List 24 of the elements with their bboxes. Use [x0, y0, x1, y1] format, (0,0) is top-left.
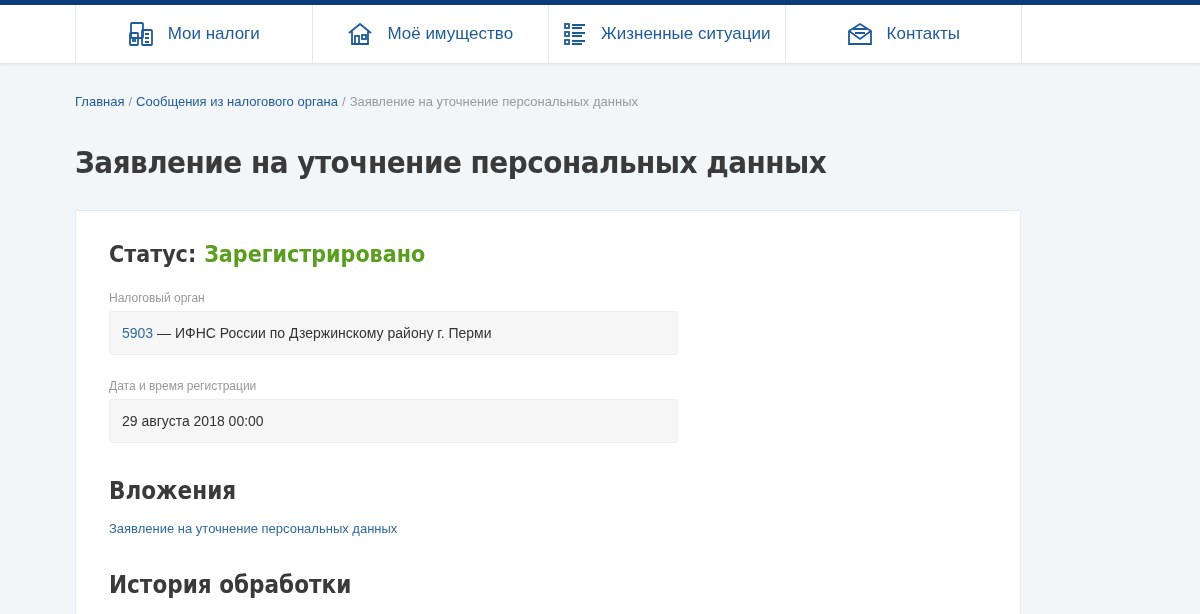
office-code-link[interactable]: 5903: [122, 325, 154, 341]
field-label: Налоговый орган: [109, 291, 206, 305]
nav-item[interactable]: Мои налоги: [76, 5, 313, 63]
field-label: Дата и время регистрации: [109, 379, 258, 393]
page-title: Заявление на уточнение персональных данных: [75, 143, 828, 182]
envelope-icon: [846, 21, 873, 47]
field-value: — ИФНС России по Дзержинскому району г. Перми: [156, 325, 492, 341]
house-icon: [347, 21, 374, 47]
status-label: Статус:: [109, 241, 197, 267]
section-heading: История обработки: [109, 571, 353, 599]
breadcrumb-current: Заявление на уточнение персональных данных: [349, 94, 638, 109]
nav-item[interactable]: Жизненные ситуации: [549, 5, 786, 63]
field-value: 29 августа 2018 00:00: [122, 413, 264, 429]
breadcrumb-link[interactable]: Сообщения из налогового органа: [136, 94, 338, 109]
nav-item[interactable]: Контакты: [785, 5, 1022, 63]
list-icon: [563, 22, 587, 46]
tax-document-icon: [127, 21, 154, 47]
status-value: Зарегистрировано: [204, 241, 426, 267]
section-heading: Вложения: [109, 477, 238, 505]
nav-item[interactable]: Моё имущество: [312, 5, 549, 63]
breadcrumb-separator: /: [128, 94, 133, 109]
breadcrumb-link[interactable]: Главная: [75, 94, 125, 109]
breadcrumb-separator: /: [342, 94, 346, 109]
attachment-link[interactable]: Заявление на уточнение персональных данных: [109, 521, 398, 536]
